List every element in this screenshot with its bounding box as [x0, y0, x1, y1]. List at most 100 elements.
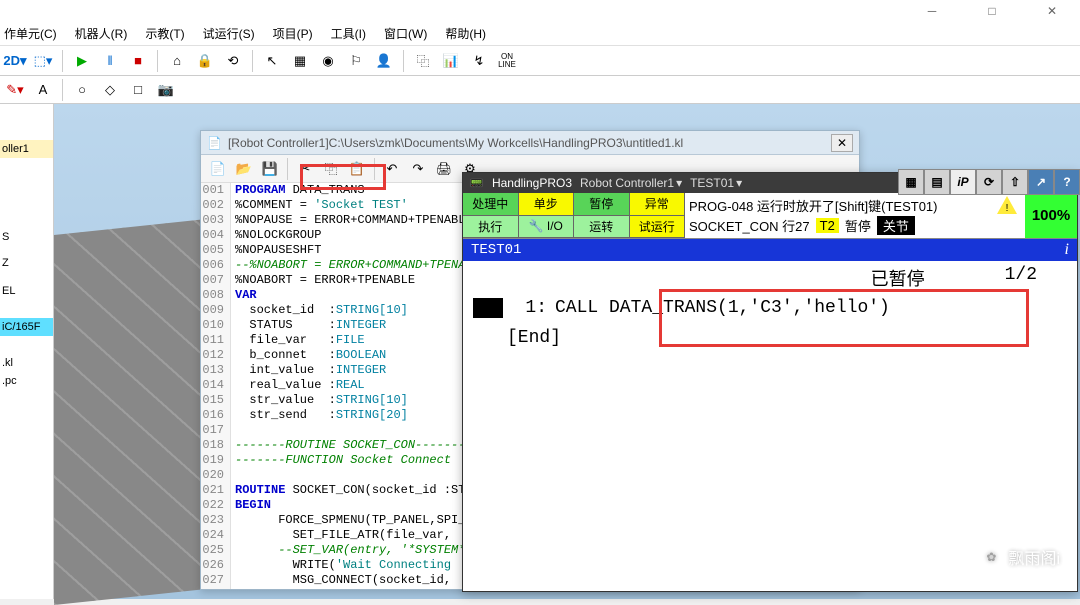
menu-project[interactable]: 项目(P)	[273, 25, 313, 42]
tp-line-number: 1:	[507, 298, 547, 318]
tp-top-button-1[interactable]: ▤	[924, 169, 950, 195]
tp-top-button-4[interactable]: ⇧	[1002, 169, 1028, 195]
tool-play-icon[interactable]: ▶	[71, 50, 93, 72]
tool-target-icon[interactable]: ◉	[317, 50, 339, 72]
tp-page-indicator: 1/2	[1005, 265, 1037, 291]
tp-line-content: CALL DATA_TRANS(1,'C3','hello')	[555, 298, 890, 318]
tp-message-1: PROG-048 运行时放开了[Shift]键(TEST01)	[689, 196, 938, 215]
tp-paused-label: 已暂停	[871, 265, 925, 291]
warning-icon: !	[997, 196, 1017, 214]
tool-diamond-icon[interactable]: ◇	[99, 79, 121, 101]
tp-top-button-3[interactable]: ⟳	[976, 169, 1002, 195]
tp-app-name: HandlingPRO3	[492, 176, 572, 190]
menu-workunit[interactable]: 作单元(C)	[4, 25, 57, 42]
watermark: ✿ 飘雨阁i	[980, 545, 1060, 569]
secondary-toolbar: ✎▾ A ○ ◇ □ 📷	[0, 76, 1080, 104]
editor-icon: 📄	[207, 136, 222, 150]
copy-icon[interactable]: ⿻	[320, 158, 342, 180]
editor-titlebar[interactable]: 📄 [Robot Controller1]C:\Users\zmk\Docume…	[201, 131, 859, 155]
save-file-icon[interactable]: 💾	[259, 158, 281, 180]
menu-testrun[interactable]: 试运行(S)	[203, 25, 255, 42]
tp-top-button-0[interactable]: ▦	[898, 169, 924, 195]
print-icon[interactable]: 🖨	[433, 158, 455, 180]
tool-pencil-icon[interactable]: ✎▾	[4, 79, 26, 101]
cut-icon[interactable]: ✂	[294, 158, 316, 180]
tp-speed-percent[interactable]: 100%	[1025, 193, 1077, 238]
tp-t2-badge: T2	[816, 218, 839, 233]
tool-text-icon[interactable]: A	[32, 79, 54, 101]
tool-copy-icon[interactable]: ⿻	[412, 50, 434, 72]
maximize-button[interactable]: □	[972, 1, 1012, 21]
tp-joint-badge: 关节	[877, 216, 915, 235]
menu-tools[interactable]: 工具(I)	[331, 25, 366, 42]
info-icon[interactable]: i	[1065, 241, 1069, 259]
editor-close-button[interactable]: ✕	[831, 134, 853, 152]
tree-item[interactable]: .pc	[0, 372, 53, 390]
tp-status-step[interactable]: 单步	[519, 193, 575, 216]
tp-pause-text: 暂停	[845, 216, 871, 235]
tp-end-marker: [End]	[507, 328, 561, 348]
tool-refresh-icon[interactable]: ⟲	[222, 50, 244, 72]
tp-message-2a: SOCKET_CON 行27	[689, 216, 810, 235]
tp-status-io[interactable]: 🔧 I/O	[519, 216, 575, 239]
tp-status-test[interactable]: 试运行	[630, 216, 686, 239]
tp-status-pause[interactable]: 暂停	[574, 193, 630, 216]
undo-icon[interactable]: ↶	[381, 158, 403, 180]
menu-robot[interactable]: 机器人(R)	[75, 25, 128, 42]
menu-window[interactable]: 窗口(W)	[384, 25, 427, 42]
minimize-button[interactable]: ─	[912, 1, 952, 21]
tree-item[interactable]: oller1	[0, 140, 53, 158]
redo-icon[interactable]: ↷	[407, 158, 429, 180]
left-tree-panel[interactable]: oller1 S Z EL iC/165F .kl .pc	[0, 104, 54, 599]
tree-item[interactable]: .kl	[0, 354, 53, 372]
menu-teach[interactable]: 示教(T)	[145, 25, 184, 42]
tool-online-icon[interactable]: ONLINE	[496, 50, 518, 72]
tp-status-run[interactable]: 运转	[574, 216, 630, 239]
tp-message-area: PROG-048 运行时放开了[Shift]键(TEST01)! SOCKET_…	[685, 193, 1025, 238]
main-menubar: 作单元(C) 机器人(R) 示教(T) 试运行(S) 项目(P) 工具(I) 窗…	[0, 22, 1080, 46]
tool-camera-icon[interactable]: 📷	[155, 79, 177, 101]
tool-cube-icon[interactable]: ⬚▾	[32, 50, 54, 72]
tool-circle-icon[interactable]: ○	[71, 79, 93, 101]
window-titlebar: ─ □ ✕	[0, 0, 1080, 22]
tp-status-processing[interactable]: 处理中	[463, 193, 519, 216]
tool-user-icon[interactable]: 👤	[373, 50, 395, 72]
new-file-icon[interactable]: 📄	[207, 158, 229, 180]
tool-grid-icon[interactable]: ▦	[289, 50, 311, 72]
tool-2d-icon[interactable]: 2D▾	[4, 50, 26, 72]
tp-program-dropdown[interactable]: TEST01	[690, 176, 742, 190]
tool-chart-icon[interactable]: 📊	[440, 50, 462, 72]
tp-top-button-6[interactable]: ?	[1054, 169, 1080, 195]
tool-cursor-icon[interactable]: ↖	[261, 50, 283, 72]
tree-item[interactable]: Z	[0, 254, 53, 272]
wechat-icon: ✿	[980, 546, 1002, 568]
tp-top-button-5[interactable]: ↗	[1028, 169, 1054, 195]
tree-item[interactable]: EL	[0, 282, 53, 300]
tool-home-icon[interactable]: ⌂	[166, 50, 188, 72]
tree-item-selected[interactable]: iC/165F	[0, 318, 53, 336]
tp-cursor	[473, 298, 503, 318]
tool-stop-icon[interactable]: ■	[127, 50, 149, 72]
tp-top-buttons: ▦▤iP⟳⇧↗?	[898, 172, 1080, 192]
tool-pause-icon[interactable]: ‖	[99, 50, 121, 72]
editor-title: [Robot Controller1]C:\Users\zmk\Document…	[228, 136, 825, 150]
tp-program-body[interactable]: 已暂停 1/2 1: CALL DATA_TRANS(1,'C3','hello…	[463, 261, 1077, 355]
tp-status-exec[interactable]: 执行	[463, 216, 519, 239]
tp-program-title: TEST01i	[463, 239, 1077, 261]
tp-controller-dropdown[interactable]: Robot Controller1	[580, 176, 682, 190]
tree-item[interactable]: S	[0, 228, 53, 246]
tp-icon: 📟	[469, 176, 484, 190]
menu-help[interactable]: 帮助(H)	[445, 25, 486, 42]
tool-flag-icon[interactable]: ⚐	[345, 50, 367, 72]
paste-icon[interactable]: 📋	[346, 158, 368, 180]
tool-square-icon[interactable]: □	[127, 79, 149, 101]
tp-status-bar: 处理中 单步 暂停 异常 执行 🔧 I/O 运转 试运行 PROG-048 运行…	[463, 193, 1077, 239]
close-button[interactable]: ✕	[1032, 1, 1072, 21]
main-toolbar: 2D▾ ⬚▾ ▶ ‖ ■ ⌂ 🔒 ⟲ ↖ ▦ ◉ ⚐ 👤 ⿻ 📊 ↯ ONLIN…	[0, 46, 1080, 76]
tp-top-button-2[interactable]: iP	[950, 169, 976, 195]
open-file-icon[interactable]: 📂	[233, 158, 255, 180]
tool-path-icon[interactable]: ↯	[468, 50, 490, 72]
tool-lock-icon[interactable]: 🔒	[194, 50, 216, 72]
teach-pendant-window: 📟 HandlingPRO3 Robot Controller1 TEST01 …	[462, 172, 1078, 592]
tp-status-error[interactable]: 异常	[630, 193, 686, 216]
